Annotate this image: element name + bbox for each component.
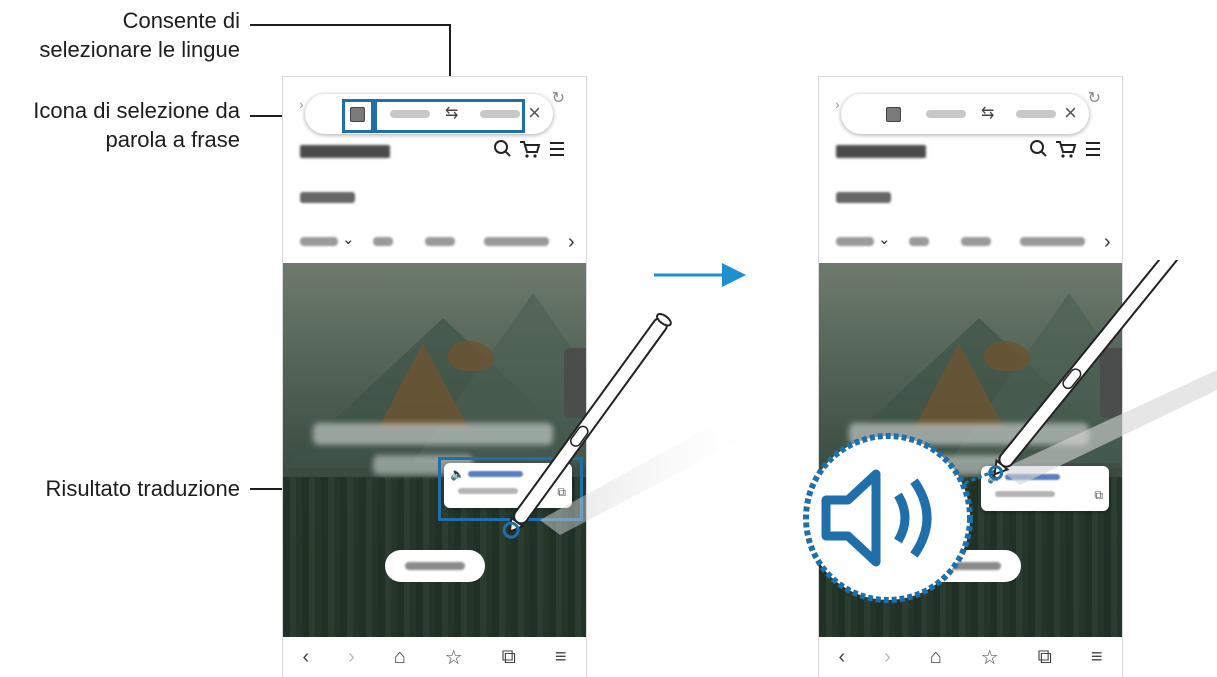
home-icon[interactable]: ⌂ [930,646,942,669]
arrow-right-icon [654,263,746,287]
nav-item[interactable] [373,237,393,246]
callout-translation-result: Risultato traduzione [45,476,240,501]
nav-item[interactable] [425,237,455,246]
nav-item[interactable] [484,237,549,246]
word-sentence-toggle-icon[interactable] [886,107,901,122]
swap-icon[interactable]: ⇆ [981,103,994,123]
nav-item[interactable] [1020,237,1085,246]
back-icon[interactable]: › [835,96,840,112]
search-cart-menu-icons[interactable] [492,137,572,161]
chevron-down-icon[interactable]: ⌄ [342,230,355,248]
forward-icon[interactable]: › [884,646,891,669]
back-icon[interactable]: ‹ [302,646,309,669]
refresh-icon[interactable]: ↻ [1088,88,1101,108]
highlight-language-select [374,99,525,133]
learn-more-label [405,562,465,570]
page-heading [836,192,891,203]
category-nav: ⌄ › [836,231,1116,253]
callout-language-select: Consente di selezionare le lingue [39,8,240,62]
s-pen-left [502,313,770,539]
close-icon[interactable]: × [528,101,541,125]
back-icon[interactable]: › [299,96,304,112]
bottom-navigation: ‹ › ⌂ ☆ ⧉ ≡ [819,637,1122,677]
home-icon[interactable]: ⌂ [394,646,406,669]
forward-icon[interactable]: › [348,646,355,669]
tabs-icon[interactable]: ⧉ [502,646,516,669]
chevron-right-icon[interactable]: › [568,231,575,254]
close-icon[interactable]: × [1064,101,1077,125]
nav-item[interactable] [300,237,338,246]
chevron-right-icon[interactable]: › [1104,231,1111,254]
bookmark-icon[interactable]: ☆ [445,645,463,670]
speaker-zoom-callout [803,433,996,603]
callout-word-sentence-icon: Icona di selezione da parola a frase [33,98,240,152]
highlight-word-sentence-icon [342,99,374,133]
leader-line-language [250,24,450,26]
menu-icon[interactable]: ≡ [1091,646,1103,669]
category-nav: ⌄ › [300,231,580,253]
tabs-icon[interactable]: ⧉ [1038,646,1052,669]
back-icon[interactable]: ‹ [838,646,845,669]
header-icons[interactable] [1028,137,1108,167]
search-cart-menu-icons[interactable] [1028,137,1108,161]
refresh-icon[interactable]: ↻ [552,88,565,108]
menu-icon[interactable]: ≡ [555,646,567,669]
header-icons[interactable] [492,137,572,167]
bookmark-icon[interactable]: ☆ [981,645,999,670]
s-pen-right [988,260,1217,485]
bottom-navigation: ‹ › ⌂ ☆ ⧉ ≡ [283,637,586,677]
source-language[interactable] [926,110,966,118]
page-heading [300,192,355,203]
translate-toolbar: › ⇆ × ↻ [835,90,1101,134]
nav-item[interactable] [909,237,929,246]
nav-item[interactable] [836,237,874,246]
nav-item[interactable] [961,237,991,246]
brand-logo [836,145,926,158]
target-language[interactable] [1016,110,1056,118]
brand-logo [300,145,390,158]
chevron-down-icon[interactable]: ⌄ [878,230,891,248]
